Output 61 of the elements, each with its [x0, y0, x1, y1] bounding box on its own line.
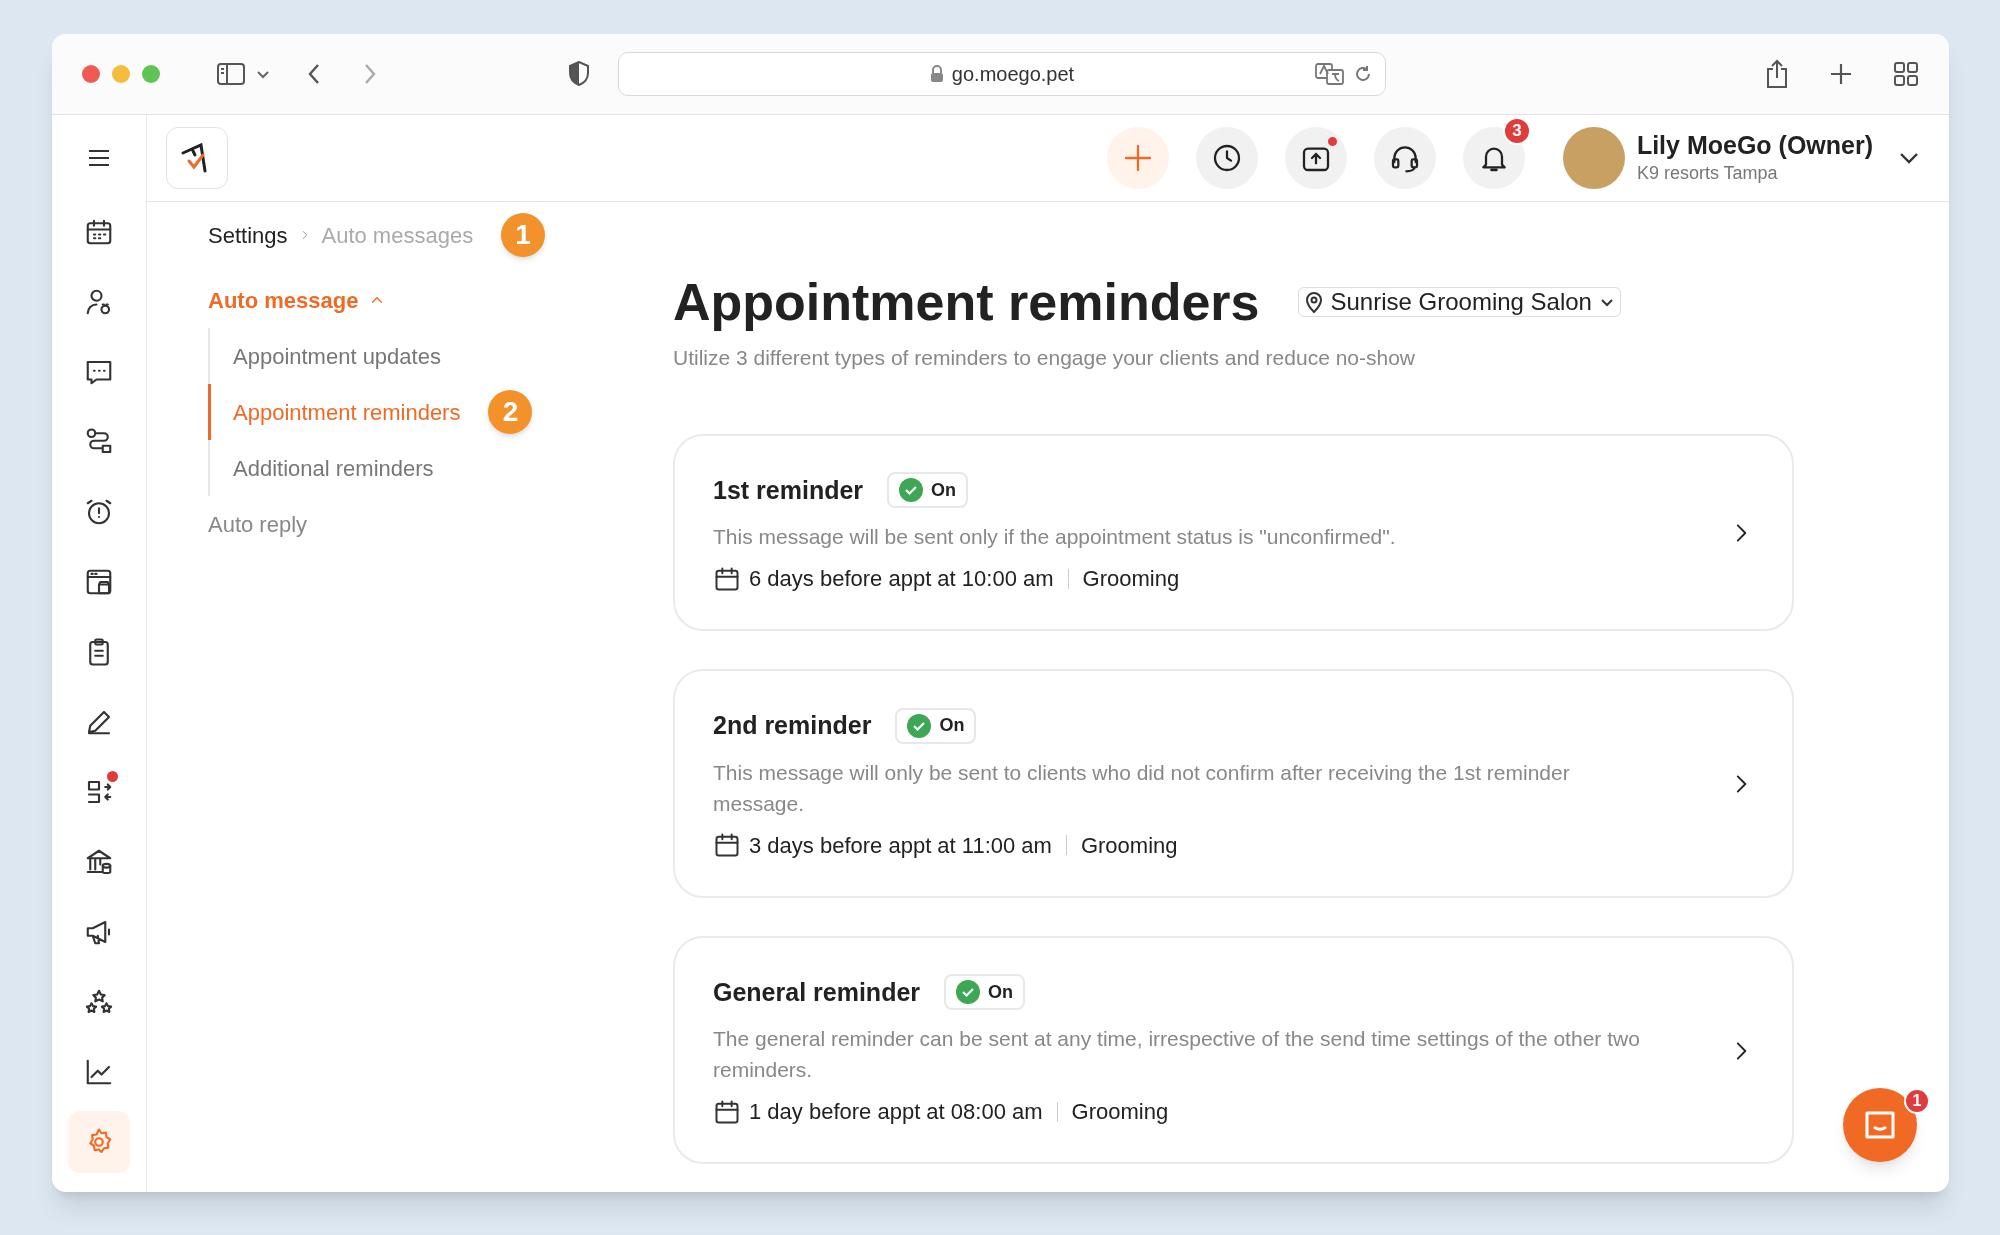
reminder-title: 2nd reminder — [713, 710, 872, 741]
tab-overview-icon[interactable] — [1893, 61, 1919, 87]
reload-icon[interactable] — [1353, 64, 1373, 84]
page-subtitle: Utilize 3 different types of reminders to engage your clients and reduce no-show — [673, 345, 1417, 371]
business-name: K9 resorts Tampa — [1636, 161, 1779, 185]
reminder-card[interactable]: 2nd reminder On This message will only be sent to clients who did not confirm after receiving the 1st reminder message. 3 days before appt at 11:00 am Grooming — [673, 669, 1794, 898]
nav-item[interactable]: Auto reply — [208, 507, 308, 541]
alarm-clock-icon — [84, 497, 114, 527]
share-icon[interactable] — [1765, 59, 1789, 89]
storefront-icon — [84, 567, 114, 597]
nav-subitem[interactable]: Appointment updates — [211, 339, 441, 373]
back-icon[interactable] — [306, 62, 322, 86]
location-selector[interactable]: Sunrise Grooming Salon — [1297, 287, 1621, 317]
calendar-icon — [713, 831, 741, 859]
breadcrumb-item[interactable]: Settings — [208, 218, 288, 252]
reminder-description: This message will only be sent to clients who did not confirm after receiving the 1st reminder message. — [713, 759, 1571, 817]
status-tag: On — [887, 472, 969, 509]
status-tag: On — [944, 974, 1026, 1011]
reminder-title: General reminder — [713, 976, 921, 1008]
line-chart-icon — [84, 1057, 114, 1087]
service-text: Grooming — [1082, 565, 1180, 593]
nav-subitem[interactable]: Additional reminders — [211, 451, 434, 485]
menu-icon[interactable] — [88, 149, 110, 167]
schedule-text: 6 days before appt at 10:00 am — [749, 565, 1054, 593]
check-circle-icon — [899, 478, 924, 503]
reminder-description: The general reminder can be sent at any time, irrespective of the send time settings of the other two reminders. — [713, 1026, 1641, 1083]
service-text: Grooming — [1071, 1098, 1169, 1126]
bank-icon — [84, 847, 114, 877]
reminder-card[interactable]: General reminder On The general reminder can be sent at any time, irrespective of the send time settings of the other two reminders. 1 day before appt at 08:00 am Grooming — [673, 935, 1794, 1164]
chat-icon — [1863, 1109, 1897, 1141]
address-bar[interactable]: go.moego.pet — [618, 52, 1386, 96]
schedule-text: 3 days before appt at 11:00 am — [749, 831, 1052, 860]
notification-badge: 1 — [1904, 1088, 1930, 1114]
app-logo[interactable] — [166, 127, 228, 189]
location-name: Sunrise Grooming Salon — [1330, 287, 1592, 317]
chevron-down-icon[interactable] — [1899, 152, 1919, 164]
reminder-description: This message will be sent only if the appointment status is "unconfirmed". — [713, 524, 1397, 550]
breadcrumb-item: Auto messages — [321, 221, 474, 250]
caret-icon[interactable] — [256, 69, 270, 79]
close-window-button[interactable] — [82, 65, 100, 83]
reminder-title: 1st reminder — [713, 474, 864, 506]
shield-icon[interactable] — [568, 61, 590, 87]
notification-badge: 3 — [1502, 117, 1531, 145]
user-name: Lily MoeGo (Owner) — [1636, 129, 1873, 160]
check-circle-icon — [907, 713, 932, 738]
service-text: Grooming — [1080, 831, 1178, 860]
page-title: Appointment reminders — [673, 272, 1260, 332]
lock-icon — [929, 65, 944, 83]
status-tag: On — [895, 707, 977, 744]
calendar-icon — [84, 217, 114, 247]
sidebar-toggle-icon[interactable] — [216, 62, 246, 86]
step-marker: 1 — [501, 213, 546, 257]
schedule-text: 1 day before appt at 08:00 am — [749, 1098, 1043, 1126]
location-pin-icon — [1304, 291, 1323, 313]
check-circle-icon — [956, 980, 981, 1005]
url-text: go.moego.pet — [951, 62, 1075, 87]
translate-icon[interactable] — [1315, 63, 1345, 85]
reminder-card[interactable]: 1st reminder On This message will be sent only if the appointment status is "unconfirmed". 6 days before appt at 10:00 am Grooming — [673, 433, 1794, 631]
new-tab-icon[interactable] — [1829, 62, 1853, 86]
step-marker: 2 — [488, 390, 533, 434]
chevron-down-icon — [1599, 297, 1614, 307]
